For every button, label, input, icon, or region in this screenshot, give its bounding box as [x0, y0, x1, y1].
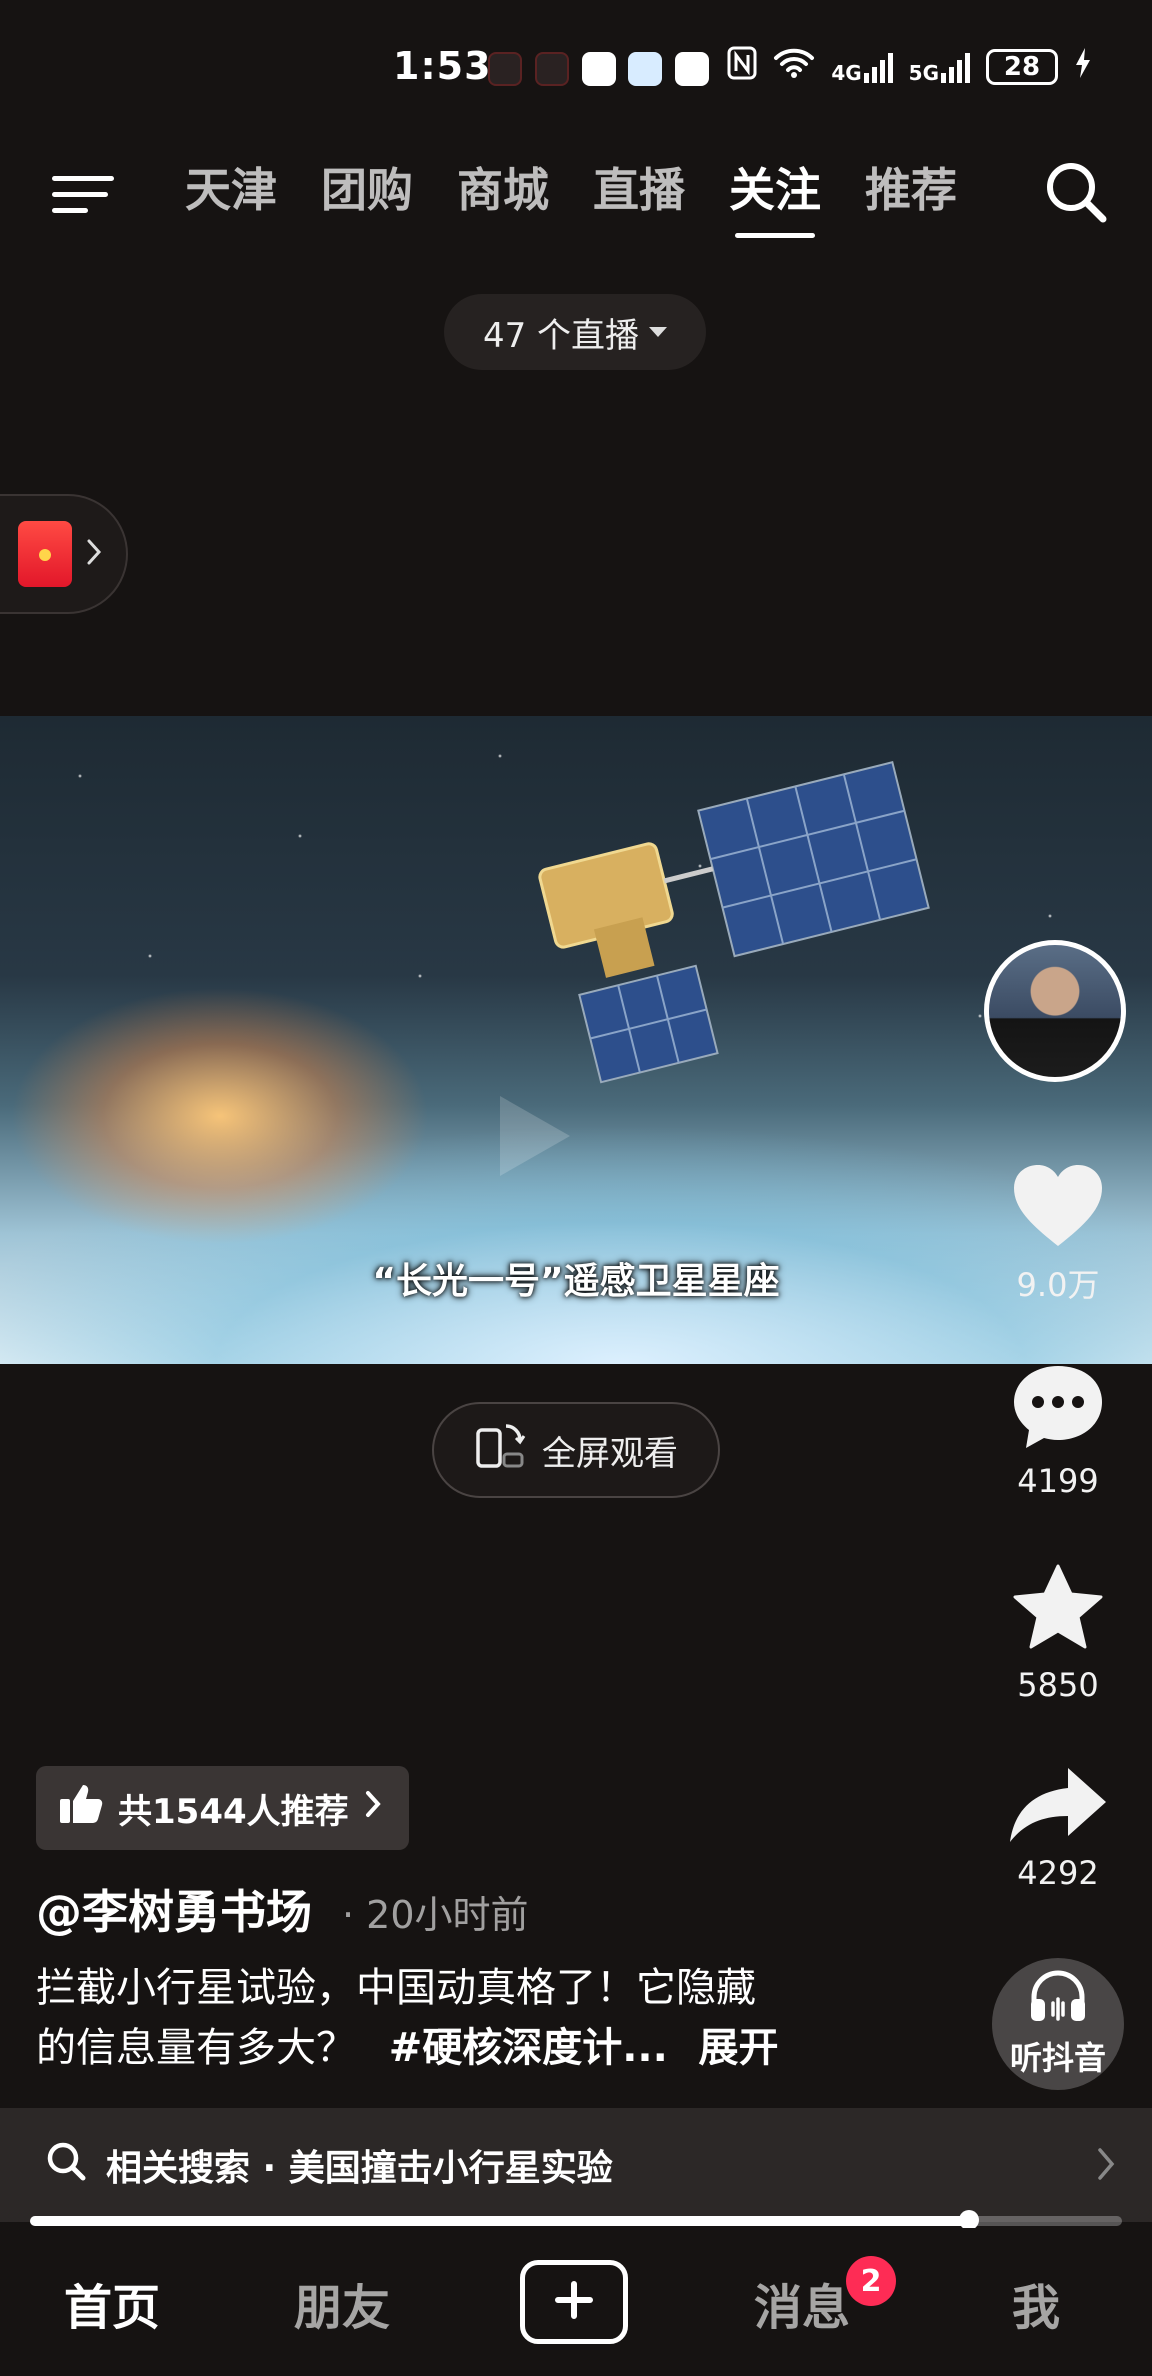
- red-envelope-icon: [18, 521, 72, 587]
- post-description: 拦截小行星试验，中国动真格了！它隐藏 的信息量有多大？ #硬核深度计... 展开: [36, 1958, 896, 2078]
- wifi-icon: [773, 47, 815, 86]
- related-search-text: 相关搜索 · 美国撞击小行星实验: [106, 2148, 613, 2189]
- description-line-2: 的信息量有多大？: [36, 2025, 356, 2071]
- related-search-bar[interactable]: 相关搜索 · 美国撞击小行星实验: [0, 2108, 1152, 2222]
- heart-icon: [1010, 1162, 1106, 1254]
- recommend-label: 共1544人推荐: [118, 1791, 349, 1832]
- nfc-icon: [727, 46, 757, 87]
- author-name[interactable]: @李树勇书场: [36, 1876, 312, 1942]
- share-arrow-icon: [1006, 1764, 1110, 1848]
- search-icon: [44, 2139, 88, 2192]
- share-count: 4292: [1017, 1854, 1099, 1892]
- listen-label: 听抖音: [1009, 2039, 1106, 2077]
- app-notification-icon: [675, 52, 709, 86]
- messages-badge: 2: [846, 2256, 896, 2306]
- red-packet-widget[interactable]: [0, 494, 128, 614]
- nav-home[interactable]: 首页: [64, 2268, 160, 2338]
- signal-5g-icon: [941, 51, 970, 83]
- hashtag-link[interactable]: #硬核深度计...: [389, 2025, 668, 2071]
- recommend-chip[interactable]: 共1544人推荐: [36, 1766, 409, 1850]
- bottom-nav: 首页 朋友 消息 2 我: [0, 2228, 1152, 2376]
- nav-me[interactable]: 我: [1012, 2268, 1060, 2338]
- search-icon[interactable]: [1040, 156, 1112, 228]
- live-count-dropdown[interactable]: 47 个直播: [444, 294, 706, 370]
- thumbs-up-icon: [58, 1783, 104, 1834]
- star-icon: [1010, 1564, 1106, 1660]
- tab-mall[interactable]: 商城: [457, 150, 549, 240]
- chevron-right-icon: [86, 538, 102, 570]
- listen-douyin-button[interactable]: 听抖音: [992, 1958, 1124, 2090]
- tab-following[interactable]: 关注: [729, 150, 821, 240]
- tab-recommended[interactable]: 推荐: [865, 150, 957, 240]
- tab-live[interactable]: 直播: [593, 150, 685, 240]
- rotate-phone-icon: [474, 1420, 526, 1481]
- notification-icon: [535, 52, 569, 86]
- fullscreen-label: 全屏观看: [542, 1433, 678, 1474]
- comment-icon: [1010, 1362, 1106, 1456]
- status-bar: 1:53 4G 5G 28: [0, 0, 1152, 135]
- system-icons: 4G 5G 28: [727, 46, 1092, 87]
- description-line-1: 拦截小行星试验，中国动真格了！它隐藏: [36, 1965, 756, 2011]
- chevron-right-icon: [1096, 2146, 1116, 2191]
- author-row: @李树勇书场 · 20小时前: [36, 1876, 529, 1942]
- like-count: 9.0万: [1016, 1266, 1100, 1304]
- like-button[interactable]: 9.0万: [990, 1162, 1126, 1306]
- qq-notification-icon: [582, 52, 616, 86]
- post-time-text: 20小时前: [366, 1893, 529, 1937]
- headphones-icon: [1027, 1969, 1089, 2027]
- battery-icon: 28: [986, 48, 1058, 85]
- video-progress-bar[interactable]: [30, 2210, 1122, 2230]
- favorite-count: 5850: [1017, 1666, 1099, 1704]
- progress-fill: [30, 2216, 970, 2226]
- nav-messages[interactable]: 消息: [754, 2268, 850, 2338]
- progress-handle[interactable]: [959, 2210, 980, 2230]
- network-4g-label: 4G: [831, 60, 862, 85]
- favorite-button[interactable]: 5850: [990, 1564, 1126, 1704]
- post-time: · 20小时前: [342, 1893, 529, 1937]
- menu-icon[interactable]: [52, 162, 114, 214]
- live-count-label: 47 个直播: [482, 315, 640, 356]
- calendar-notification-icon: [628, 52, 662, 86]
- plus-icon: [552, 2278, 596, 2326]
- feed-tabs: 天津 团购 商城 直播 关注 推荐: [185, 150, 957, 240]
- video-subtitle: “长光一号”遥感卫星星座: [372, 1261, 780, 1302]
- fullscreen-button[interactable]: 全屏观看: [432, 1402, 720, 1498]
- network-5g-label: 5G: [908, 60, 939, 85]
- notification-icon: [488, 52, 522, 86]
- chevron-right-icon: [363, 1788, 383, 1828]
- create-post-button[interactable]: [520, 2260, 628, 2344]
- nav-friends[interactable]: 朋友: [294, 2268, 390, 2338]
- comment-button[interactable]: 4199: [990, 1362, 1126, 1500]
- status-time: 1:53: [393, 44, 492, 88]
- share-button[interactable]: 4292: [990, 1764, 1126, 1892]
- charging-icon: [1074, 47, 1092, 86]
- signal-4g-icon: [863, 51, 893, 83]
- battery-level: 28: [1003, 51, 1041, 82]
- video-player[interactable]: “长光一号”遥感卫星星座: [0, 716, 1152, 1364]
- author-avatar[interactable]: [984, 940, 1126, 1082]
- top-nav: 天津 团购 商城 直播 关注 推荐: [0, 150, 1152, 250]
- tab-group-buy[interactable]: 团购: [321, 150, 413, 240]
- comment-count: 4199: [1017, 1462, 1099, 1500]
- tab-tianjin[interactable]: 天津: [185, 150, 277, 240]
- caret-down-icon: [649, 327, 668, 337]
- expand-button[interactable]: 展开: [699, 2025, 779, 2071]
